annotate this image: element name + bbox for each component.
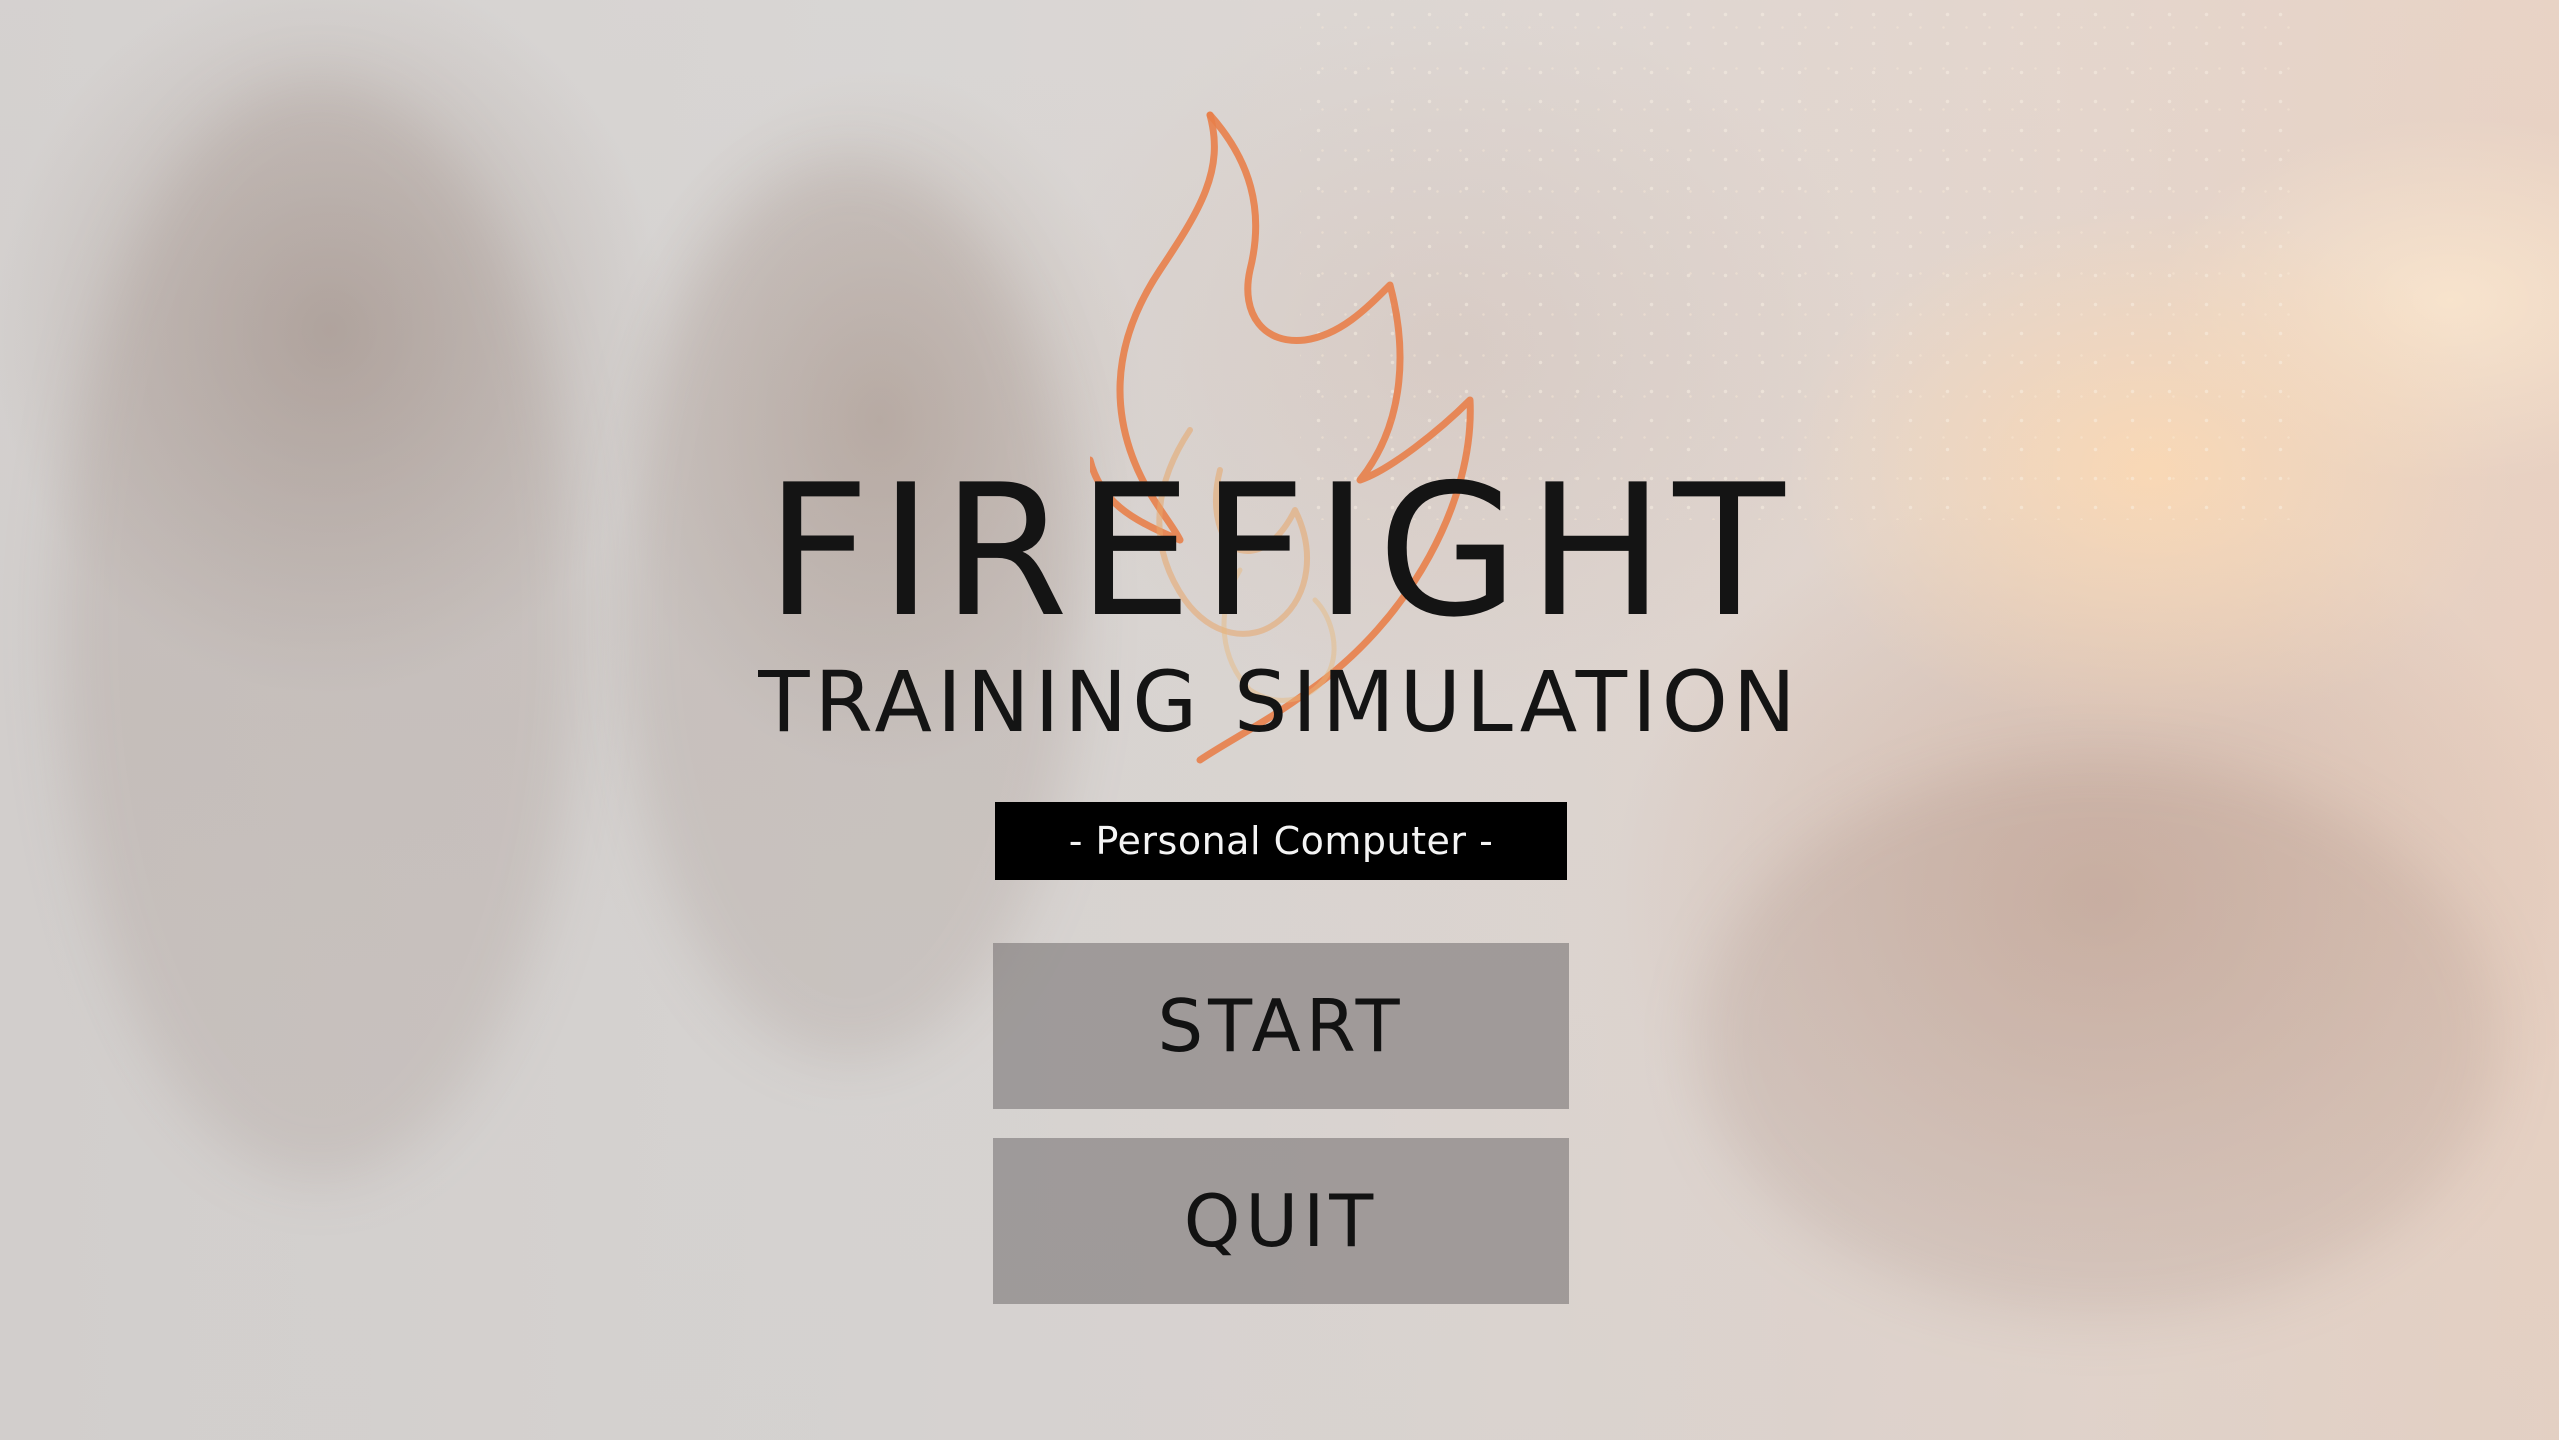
platform-label: - Personal Computer - xyxy=(1068,819,1494,863)
game-subtitle: TRAINING SIMULATION xyxy=(758,653,1801,751)
platform-badge: - Personal Computer - xyxy=(995,802,1567,880)
quit-button-label: QUIT xyxy=(1183,1179,1379,1263)
start-button-label: START xyxy=(1157,984,1405,1068)
start-button[interactable]: START xyxy=(993,943,1569,1109)
quit-button[interactable]: QUIT xyxy=(993,1138,1569,1304)
game-title: FIREFIGHT xyxy=(765,445,1794,657)
